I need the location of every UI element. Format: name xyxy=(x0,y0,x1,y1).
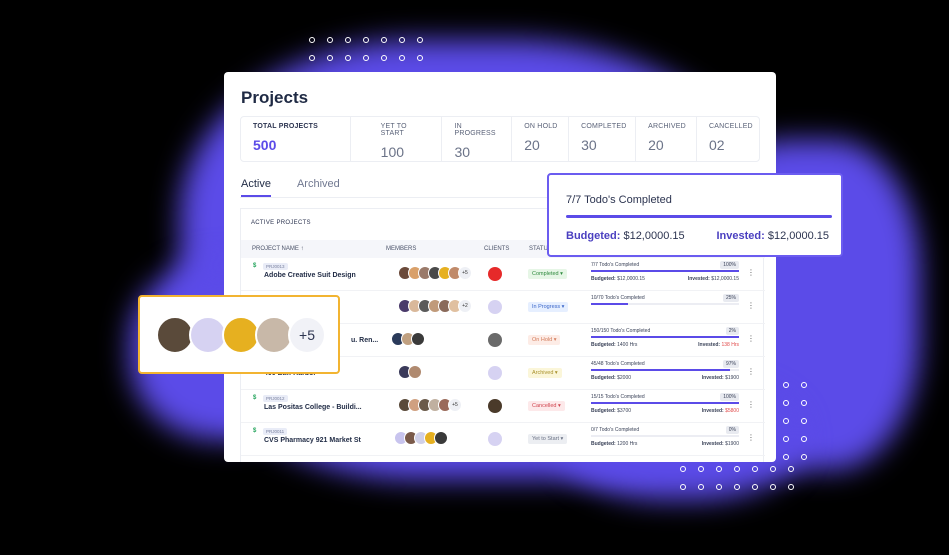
status-dropdown[interactable]: Archived ▾ xyxy=(528,368,562,378)
more-options-icon[interactable]: ⋮ xyxy=(747,433,755,442)
decorative-dots-right xyxy=(783,382,807,460)
popup-budget: Budgeted: $12,0000.15 xyxy=(566,230,685,242)
client-logo xyxy=(488,267,502,281)
table-title: ACTIVE PROJECTS xyxy=(251,220,311,226)
status-dropdown[interactable]: In Progress ▾ xyxy=(528,302,569,312)
more-members-badge[interactable]: +5 xyxy=(458,266,472,280)
more-members-badge[interactable]: +2 xyxy=(458,299,472,313)
stats-bar: TOTAL PROJECTS 500 YET TO START 100 IN P… xyxy=(240,116,760,162)
project-name[interactable]: Las Positas College - Buildi... xyxy=(264,404,362,411)
status-dropdown[interactable]: Completed ▾ xyxy=(528,269,567,279)
table-row[interactable]: $ PRJ0013 Adobe Creative Suit Design +5 … xyxy=(241,259,765,291)
stat-on-hold: ON HOLD 20 xyxy=(512,117,570,161)
client-logo xyxy=(488,399,502,413)
client-avatar-placeholder xyxy=(488,366,502,380)
more-options-icon[interactable]: ⋮ xyxy=(747,301,755,310)
more-members-badge[interactable]: +5 xyxy=(448,398,462,412)
member-avatars[interactable]: +5 xyxy=(398,398,462,412)
more-options-icon[interactable]: ⋮ xyxy=(747,334,755,343)
project-id-tag: PRJ0012 xyxy=(263,395,288,402)
more-options-icon[interactable]: ⋮ xyxy=(747,400,755,409)
project-name[interactable]: u. Ren... xyxy=(351,337,378,344)
more-options-icon[interactable]: ⋮ xyxy=(747,268,755,277)
client-avatar-placeholder xyxy=(488,300,502,314)
members-popup: +5 xyxy=(138,295,340,374)
table-row[interactable]: $ PRJ0012 Las Positas College - Buildi..… xyxy=(241,391,765,423)
stat-in-progress: IN PROGRESS 30 xyxy=(442,117,513,161)
client-avatar-placeholder xyxy=(488,432,502,446)
popup-progress-bar xyxy=(566,215,832,218)
avatar xyxy=(411,332,425,346)
member-avatars[interactable] xyxy=(391,332,425,346)
todo-popup: 7/7 Todo's Completed Budgeted: $12,0000.… xyxy=(547,173,843,257)
tab-active[interactable]: Active xyxy=(241,178,271,197)
popup-todo-title: 7/7 Todo's Completed xyxy=(566,194,672,206)
member-avatars[interactable]: +5 xyxy=(398,266,472,280)
stat-yet-to-start: YET TO START 100 xyxy=(351,117,443,161)
page-title: Projects xyxy=(241,88,309,107)
stat-total-projects: TOTAL PROJECTS 500 xyxy=(241,117,351,161)
stat-archived: ARCHIVED 20 xyxy=(636,117,697,161)
project-id-tag: PRJ0011 xyxy=(263,428,288,435)
projects-card: Projects TOTAL PROJECTS 500 YET TO START… xyxy=(224,72,776,462)
member-avatars[interactable] xyxy=(398,365,422,379)
avatar xyxy=(434,431,448,445)
status-dropdown[interactable]: Cancelled ▾ xyxy=(528,401,565,411)
dollar-icon: $ xyxy=(253,395,257,401)
decorative-dots-bottom xyxy=(680,466,794,490)
stat-completed: COMPLETED 30 xyxy=(569,117,637,161)
status-dropdown[interactable]: On Hold ▾ xyxy=(528,335,561,345)
stat-cancelled: CANCELLED 02 xyxy=(709,123,753,153)
member-avatars[interactable] xyxy=(394,431,448,445)
project-name[interactable]: Adobe Creative Suit Design xyxy=(264,272,356,279)
popup-invested: Invested: $12,0000.15 xyxy=(716,230,829,242)
col-members: MEMBERS xyxy=(386,246,417,252)
project-id-tag: PRJ0013 xyxy=(263,263,288,270)
col-project-name[interactable]: PROJECT NAME ↑ xyxy=(252,246,304,252)
more-members-badge[interactable]: +5 xyxy=(288,316,326,354)
member-avatars[interactable]: +2 xyxy=(398,299,472,313)
project-name[interactable]: CVS Pharmacy 921 Market St xyxy=(264,437,361,444)
dollar-icon: $ xyxy=(253,263,257,269)
client-logo xyxy=(488,333,502,347)
more-options-icon[interactable]: ⋮ xyxy=(747,367,755,376)
status-dropdown[interactable]: Yet to Start ▾ xyxy=(528,434,568,444)
table-row[interactable]: $ PRJ0011 CVS Pharmacy 921 Market St Yet… xyxy=(241,424,765,456)
tab-archived[interactable]: Archived xyxy=(297,178,340,197)
col-clients: CLIENTS xyxy=(484,246,510,252)
dollar-icon: $ xyxy=(253,428,257,434)
avatar xyxy=(408,365,422,379)
tab-bar: Active Archived xyxy=(241,178,340,197)
decorative-dots-top xyxy=(309,37,423,61)
